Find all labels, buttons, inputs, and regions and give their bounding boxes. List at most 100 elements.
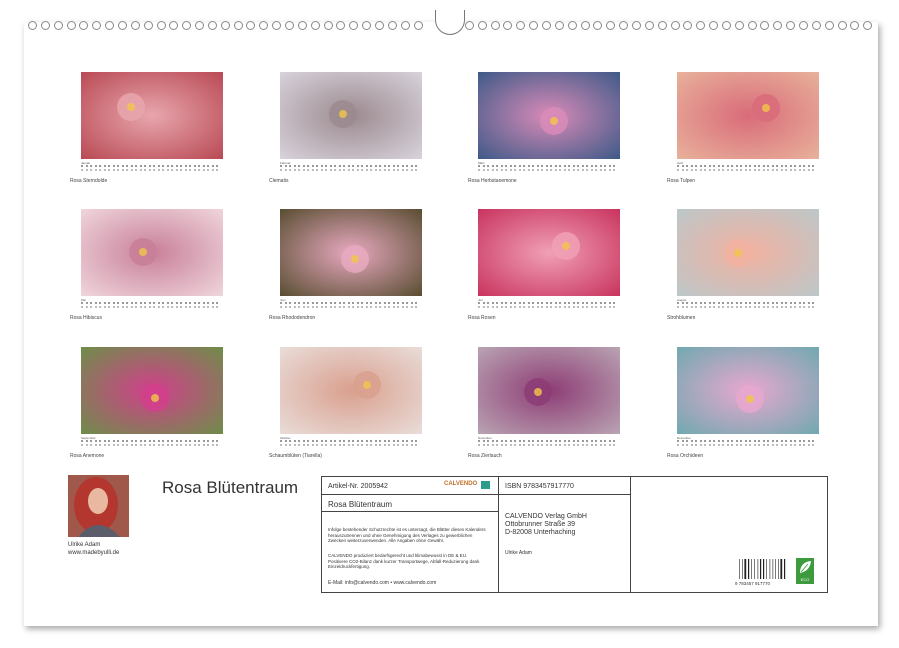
- day-mark: [523, 440, 525, 442]
- day-mark: [207, 306, 209, 308]
- day-mark: [104, 302, 106, 304]
- day-mark: [171, 444, 173, 446]
- day-mark: [402, 165, 404, 167]
- day-mark: [280, 302, 282, 304]
- day-mark: [604, 165, 606, 167]
- day-mark: [682, 440, 684, 442]
- day-mark: [312, 169, 314, 171]
- binding-ring: [311, 21, 320, 30]
- day-mark: [722, 302, 724, 304]
- day-mark: [799, 440, 801, 442]
- day-mark: [384, 302, 386, 304]
- day-mark: [487, 169, 489, 171]
- day-mark: [325, 165, 327, 167]
- day-mark: [546, 306, 548, 308]
- day-mark: [131, 165, 133, 167]
- day-mark: [573, 440, 575, 442]
- day-mark: [731, 306, 733, 308]
- day-mark: [682, 302, 684, 304]
- day-grid: [81, 440, 223, 447]
- binding-ring: [838, 21, 847, 30]
- day-mark: [736, 440, 738, 442]
- day-mark: [158, 169, 160, 171]
- day-mark: [384, 444, 386, 446]
- day-mark: [348, 440, 350, 442]
- month-tile: Mai: [81, 209, 223, 302]
- barcode-bar: [751, 559, 752, 579]
- day-mark: [709, 302, 711, 304]
- day-mark: [790, 306, 792, 308]
- day-mark: [790, 440, 792, 442]
- day-mark: [772, 444, 774, 446]
- day-mark: [731, 302, 733, 304]
- day-mark: [171, 165, 173, 167]
- day-mark: [285, 444, 287, 446]
- day-mark: [198, 444, 200, 446]
- day-mark: [785, 306, 787, 308]
- day-mark: [330, 306, 332, 308]
- day-mark: [754, 444, 756, 446]
- day-mark: [406, 306, 408, 308]
- day-mark: [198, 306, 200, 308]
- day-mark: [180, 306, 182, 308]
- day-mark: [803, 165, 805, 167]
- flower-photo: [478, 72, 620, 159]
- binding-ring: [529, 21, 538, 30]
- day-mark: [180, 165, 182, 167]
- day-mark: [794, 306, 796, 308]
- day-mark: [550, 306, 552, 308]
- day-mark: [510, 306, 512, 308]
- day-mark: [803, 169, 805, 171]
- day-mark: [595, 302, 597, 304]
- day-mark: [722, 306, 724, 308]
- day-mark: [483, 440, 485, 442]
- day-mark: [727, 444, 729, 446]
- day-mark: [794, 169, 796, 171]
- binding-ring: [208, 21, 217, 30]
- day-mark: [727, 302, 729, 304]
- day-mark: [402, 302, 404, 304]
- day-mark: [749, 306, 751, 308]
- day-mark: [691, 165, 693, 167]
- day-mark: [501, 444, 503, 446]
- day-mark: [339, 169, 341, 171]
- day-mark: [559, 169, 561, 171]
- binding-ring: [259, 21, 268, 30]
- day-mark: [528, 302, 530, 304]
- day-mark: [781, 306, 783, 308]
- day-mark: [704, 440, 706, 442]
- day-mark: [749, 165, 751, 167]
- day-mark: [519, 306, 521, 308]
- day-mark: [189, 440, 191, 442]
- day-mark: [294, 306, 296, 308]
- eco-badge: ECO: [796, 558, 814, 584]
- flower-photo: [81, 347, 223, 434]
- day-mark: [740, 165, 742, 167]
- day-mark: [117, 169, 119, 171]
- day-mark: [194, 444, 196, 446]
- day-mark: [550, 169, 552, 171]
- day-mark: [700, 302, 702, 304]
- day-mark: [95, 169, 97, 171]
- day-grid: [81, 165, 223, 172]
- day-mark: [198, 302, 200, 304]
- day-mark: [749, 169, 751, 171]
- day-mark: [280, 165, 282, 167]
- day-mark: [379, 302, 381, 304]
- day-mark: [785, 302, 787, 304]
- day-mark: [799, 165, 801, 167]
- binding-ring: [79, 21, 88, 30]
- day-mark: [140, 302, 142, 304]
- author-website: www.madebyulli.de: [68, 549, 119, 557]
- day-mark: [577, 169, 579, 171]
- day-mark: [564, 165, 566, 167]
- day-mark: [384, 165, 386, 167]
- day-mark: [171, 169, 173, 171]
- day-mark: [140, 306, 142, 308]
- barcode-bar: [773, 559, 774, 579]
- day-mark: [763, 165, 765, 167]
- day-mark: [677, 440, 679, 442]
- binding-ring: [786, 21, 795, 30]
- day-mark: [754, 302, 756, 304]
- day-mark: [546, 169, 548, 171]
